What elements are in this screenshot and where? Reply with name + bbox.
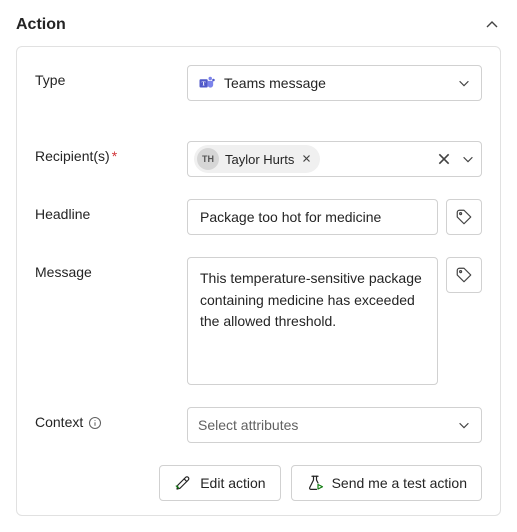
- edit-action-button[interactable]: Edit action: [159, 465, 280, 501]
- recipients-dropdown-toggle[interactable]: [461, 152, 475, 166]
- chevron-down-icon: [457, 76, 471, 90]
- edit-icon: [174, 474, 192, 492]
- recipients-input[interactable]: TH Taylor Hurts: [187, 141, 482, 177]
- test-action-button[interactable]: Send me a test action: [291, 465, 482, 501]
- clear-recipients-icon[interactable]: [437, 152, 451, 166]
- tag-icon: [455, 266, 473, 284]
- chevron-down-icon: [457, 418, 471, 432]
- message-label: Message: [35, 257, 175, 280]
- avatar: TH: [197, 148, 219, 170]
- headline-input[interactable]: [187, 199, 438, 235]
- context-label: Context: [35, 407, 175, 430]
- required-indicator: *: [112, 148, 117, 164]
- svg-text:T: T: [202, 81, 206, 87]
- info-icon[interactable]: [88, 416, 102, 430]
- chevron-up-icon: [484, 17, 500, 33]
- page-title: Action: [16, 16, 66, 34]
- chip-name: Taylor Hurts: [225, 152, 294, 167]
- recipient-chip[interactable]: TH Taylor Hurts: [194, 145, 320, 173]
- headline-tag-button[interactable]: [446, 199, 482, 235]
- type-value: Teams message: [224, 75, 326, 91]
- remove-chip-icon[interactable]: [300, 152, 313, 166]
- tag-icon: [455, 208, 473, 226]
- action-card: Type T Teams message Recipient(s)* TH Ta…: [16, 46, 501, 516]
- context-placeholder: Select attributes: [198, 417, 298, 433]
- teams-icon: T: [198, 74, 216, 92]
- headline-label: Headline: [35, 199, 175, 222]
- message-tag-button[interactable]: [446, 257, 482, 293]
- type-select[interactable]: T Teams message: [187, 65, 482, 101]
- collapse-toggle[interactable]: [483, 16, 501, 34]
- recipients-label: Recipient(s)*: [35, 141, 175, 164]
- context-select[interactable]: Select attributes: [187, 407, 482, 443]
- message-input[interactable]: [187, 257, 438, 385]
- test-icon: [306, 474, 324, 492]
- type-label: Type: [35, 65, 175, 88]
